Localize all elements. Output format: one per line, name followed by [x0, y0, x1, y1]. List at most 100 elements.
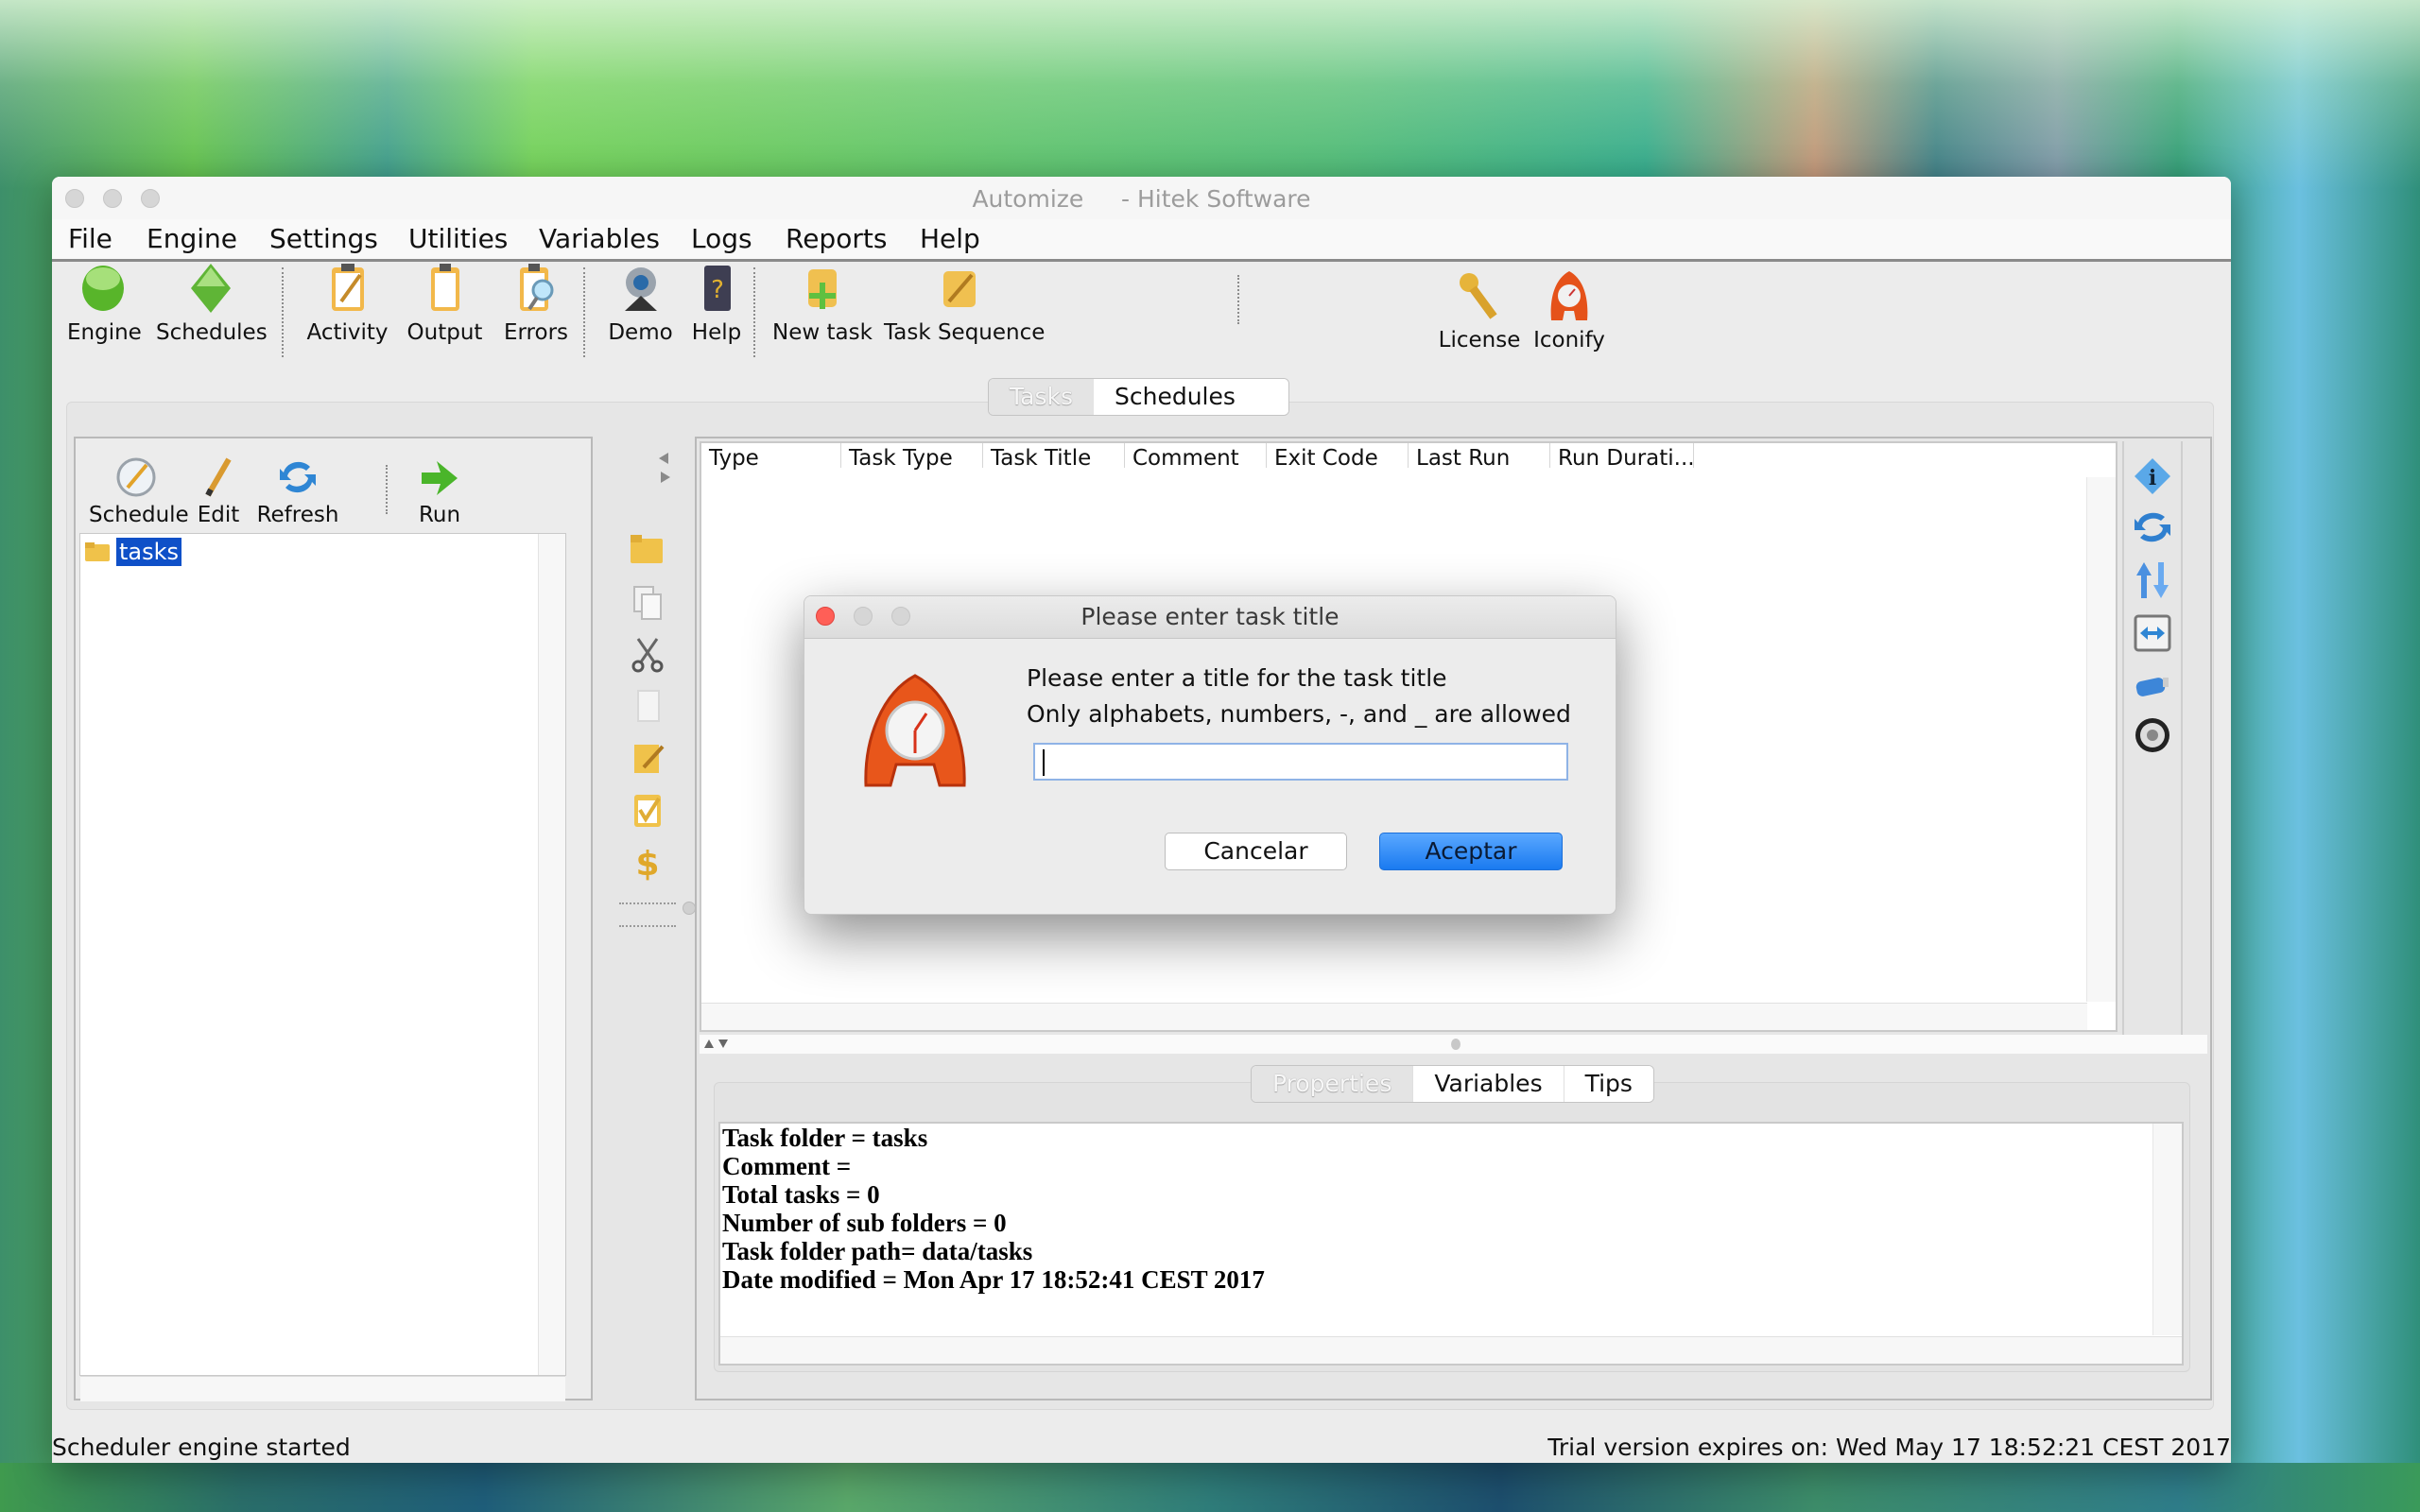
main-toolbar: Engine Schedules Activity Output Errors [52, 262, 2231, 370]
iconify-button[interactable]: Iconify [1527, 269, 1612, 352]
toolbar-separator [282, 267, 284, 357]
tree-horizontal-scrollbar[interactable] [80, 1376, 565, 1401]
property-line: Task folder path= data/tasks [722, 1237, 1033, 1265]
refresh-icon [276, 455, 320, 499]
dialog-title: Please enter task title [1080, 603, 1340, 630]
alarm-clock-icon [864, 674, 966, 787]
errors-magnifier-icon [512, 262, 560, 315]
horizontal-splitter[interactable] [700, 1035, 2207, 1054]
activity-button[interactable]: Activity [302, 262, 392, 345]
column-header-task-type[interactable]: Task Type [841, 443, 983, 471]
column-header-task-title[interactable]: Task Title [983, 443, 1125, 471]
splitter-grip[interactable] [683, 902, 696, 915]
property-line: Date modified = Mon Apr 17 18:52:41 CEST… [722, 1265, 1265, 1294]
column-header-last-run[interactable]: Last Run [1409, 443, 1550, 471]
column-header-comment[interactable]: Comment [1125, 443, 1267, 471]
table-header: Type Task Type Task Title Comment Exit C… [701, 443, 2116, 473]
output-clipboard-icon [422, 262, 469, 315]
paste-icon[interactable] [629, 687, 666, 725]
dialog-message-line1: Please enter a title for the task title [1027, 664, 1447, 692]
tree-node-tasks[interactable]: tasks [84, 538, 182, 566]
text-caret [1043, 749, 1045, 776]
dialog-message-line2: Only alphabets, numbers, -, and _ are al… [1027, 700, 1571, 728]
help-button[interactable]: ? Help [683, 262, 750, 345]
properties-tabs: Properties Variables Tips [1251, 1065, 1654, 1103]
refresh-button[interactable]: Refresh [255, 455, 340, 527]
accept-button[interactable]: Aceptar [1379, 833, 1563, 870]
menu-variables[interactable]: Variables [539, 223, 660, 254]
menu-reports[interactable]: Reports [786, 223, 887, 254]
fit-width-icon[interactable] [2133, 613, 2172, 653]
cancel-button[interactable]: Cancelar [1165, 833, 1347, 870]
webcam-icon [617, 262, 665, 315]
help-book-icon: ? [693, 262, 740, 315]
menu-logs[interactable]: Logs [691, 223, 752, 254]
toolbar-separator [619, 902, 676, 904]
demo-button[interactable]: Demo [600, 262, 681, 345]
new-task-scroll-icon [799, 262, 846, 315]
usb-drive-icon[interactable] [2133, 666, 2172, 706]
expand-right-arrow-icon[interactable] [659, 472, 672, 483]
cut-scissors-icon[interactable] [629, 635, 666, 673]
collapse-left-arrow-icon[interactable] [657, 453, 670, 464]
menu-utilities[interactable]: Utilities [408, 223, 508, 254]
column-header-type[interactable]: Type [701, 443, 841, 471]
properties-vertical-scrollbar[interactable] [2152, 1124, 2182, 1335]
tab-properties[interactable]: Properties [1252, 1066, 1414, 1102]
run-button[interactable]: Run [406, 455, 473, 527]
edit-note-icon[interactable] [629, 739, 666, 777]
table-horizontal-scrollbar[interactable] [701, 1003, 2087, 1030]
trial-expiry-status: Trial version expires on: Wed May 17 18:… [1547, 1434, 2231, 1461]
svg-text:?: ? [711, 276, 724, 304]
dollar-variable-icon[interactable]: $ [629, 843, 666, 881]
properties-horizontal-scrollbar[interactable] [720, 1336, 2182, 1364]
menu-file[interactable]: File [68, 223, 112, 254]
task-title-input[interactable] [1033, 743, 1568, 781]
tree-vertical-scrollbar[interactable] [538, 534, 565, 1375]
pencil-icon [197, 455, 240, 499]
splitter-arrows-icon[interactable] [703, 1039, 732, 1050]
errors-button[interactable]: Errors [493, 262, 579, 345]
disk-icon[interactable] [2133, 715, 2172, 755]
toolbar-separator [1237, 275, 1239, 324]
info-icon[interactable]: i [2133, 456, 2172, 496]
column-header-exit-code[interactable]: Exit Code [1267, 443, 1409, 471]
svg-text:i: i [2149, 466, 2156, 490]
license-button[interactable]: License [1432, 269, 1527, 352]
table-vertical-scrollbar[interactable] [2086, 477, 2116, 1002]
open-folder-icon[interactable] [629, 531, 666, 569]
run-arrow-icon [418, 455, 461, 499]
tab-schedules[interactable]: Schedules [1093, 379, 1288, 415]
task-sequence-button[interactable]: Task Sequence [884, 262, 1045, 345]
property-line: Number of sub folders = 0 [722, 1209, 1007, 1237]
column-header-run-duration[interactable]: Run Durati... [1550, 443, 1695, 471]
property-line: Task folder = tasks [722, 1124, 928, 1152]
edit-button[interactable]: Edit [194, 455, 243, 527]
tab-variables[interactable]: Variables [1413, 1066, 1564, 1102]
new-task-button[interactable]: New task [770, 262, 874, 345]
toolbar-separator [583, 267, 585, 357]
desktop-background [0, 0, 2420, 189]
sync-icon[interactable] [2133, 507, 2172, 547]
dialog-title-bar: Please enter task title [804, 596, 1616, 639]
activity-clipboard-icon [324, 262, 372, 315]
splitter-grip[interactable] [1451, 1039, 1461, 1050]
task-actions-column: $ [600, 437, 696, 1400]
engine-button[interactable]: Engine [67, 262, 142, 345]
menu-settings[interactable]: Settings [269, 223, 378, 254]
task-folder-tree: tasks [79, 533, 566, 1401]
copy-icon[interactable] [629, 583, 666, 621]
folder-icon [85, 542, 110, 561]
menu-engine[interactable]: Engine [147, 223, 237, 254]
tab-tasks[interactable]: Tasks [989, 379, 1094, 415]
task-sequence-scroll-icon [936, 262, 983, 315]
menu-bar: File Engine Settings Utilities Variables… [52, 219, 2231, 262]
schedule-clock-icon [114, 455, 158, 499]
menu-help[interactable]: Help [920, 223, 980, 254]
output-button[interactable]: Output [400, 262, 490, 345]
tab-tips[interactable]: Tips [1564, 1066, 1653, 1102]
checklist-icon[interactable] [629, 791, 666, 829]
schedules-button[interactable]: Schedules [156, 262, 268, 345]
schedule-button[interactable]: Schedule [89, 455, 189, 527]
sort-up-down-icon[interactable] [2133, 560, 2172, 600]
